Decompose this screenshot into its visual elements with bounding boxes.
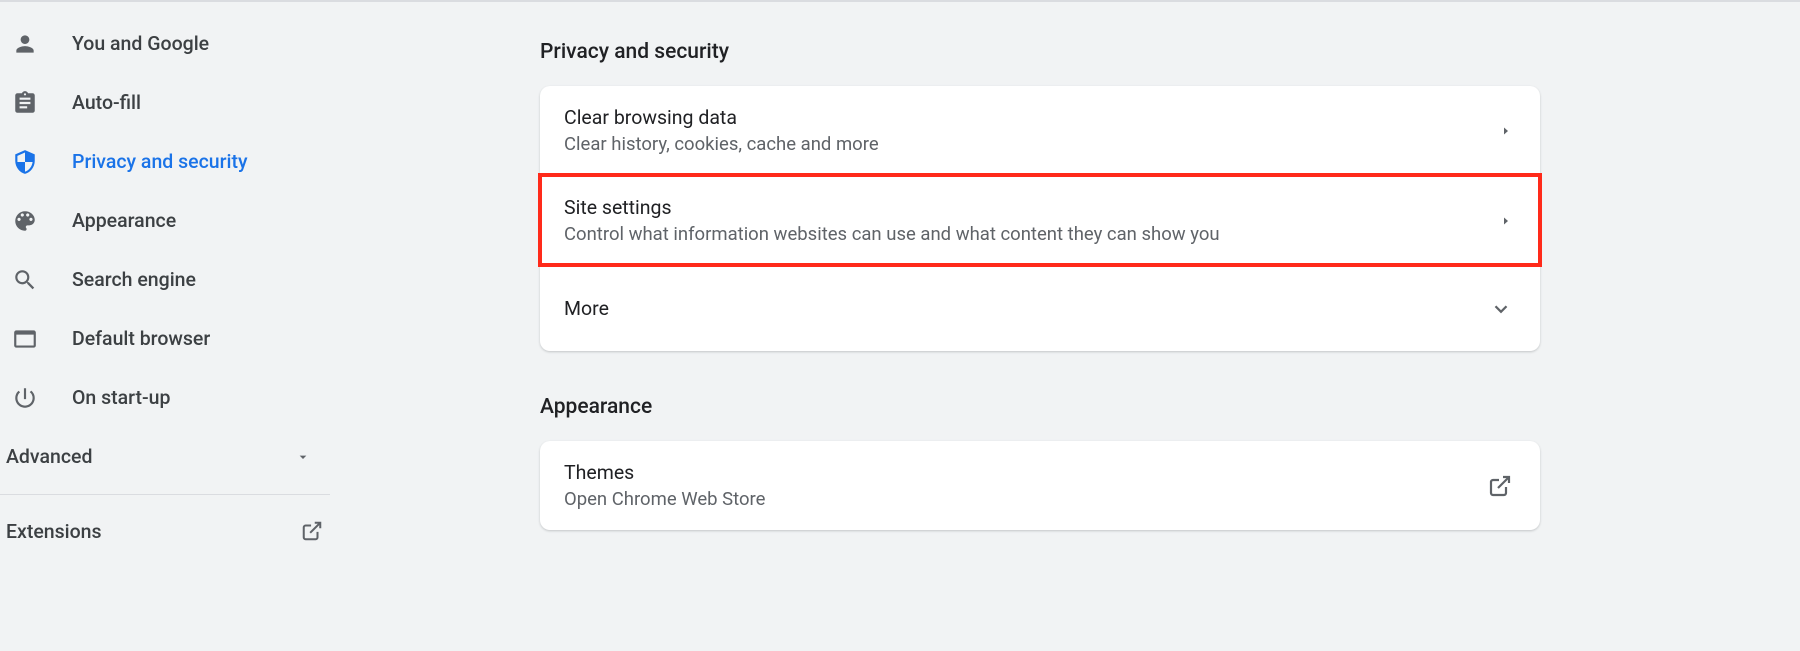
sidebar: You and Google Auto-fill Privacy and sec… — [0, 2, 345, 651]
chevron-down-icon — [1490, 298, 1512, 320]
sidebar-divider — [0, 494, 330, 495]
row-themes[interactable]: Themes Open Chrome Web Store — [540, 441, 1540, 530]
row-more[interactable]: More — [540, 265, 1540, 351]
sidebar-item-label: Search engine — [72, 268, 196, 291]
sidebar-item-autofill[interactable]: Auto-fill — [0, 73, 345, 132]
shield-icon — [10, 149, 72, 175]
sidebar-item-label: Auto-fill — [72, 91, 141, 114]
open-in-new-icon — [1488, 474, 1512, 498]
power-icon — [10, 385, 72, 411]
sidebar-item-search-engine[interactable]: Search engine — [0, 250, 345, 309]
row-clear-browsing-data[interactable]: Clear browsing data Clear history, cooki… — [540, 86, 1540, 175]
row-subtitle: Control what information websites can us… — [564, 223, 1220, 245]
chevron-down-icon — [295, 449, 311, 465]
section-title-appearance: Appearance — [540, 395, 1540, 419]
main-content: Privacy and security Clear browsing data… — [345, 2, 1800, 651]
sidebar-item-default-browser[interactable]: Default browser — [0, 309, 345, 368]
sidebar-item-label: Default browser — [72, 327, 210, 350]
card-privacy-security: Clear browsing data Clear history, cooki… — [540, 86, 1540, 351]
section-title-privacy-security: Privacy and security — [540, 40, 1540, 64]
card-appearance: Themes Open Chrome Web Store — [540, 441, 1540, 530]
open-in-new-icon — [301, 520, 323, 542]
sidebar-item-appearance[interactable]: Appearance — [0, 191, 345, 250]
sidebar-item-label: You and Google — [72, 32, 209, 55]
browser-icon — [10, 326, 72, 352]
sidebar-extensions[interactable]: Extensions — [0, 501, 345, 561]
row-title: Clear browsing data — [564, 106, 879, 129]
sidebar-item-label: Appearance — [72, 209, 176, 232]
chevron-right-icon — [1500, 213, 1512, 229]
palette-icon — [10, 208, 72, 234]
sidebar-advanced[interactable]: Advanced — [0, 427, 345, 486]
sidebar-item-label: Privacy and security — [72, 150, 248, 173]
sidebar-item-on-startup[interactable]: On start-up — [0, 368, 345, 427]
sidebar-extensions-label: Extensions — [6, 520, 102, 543]
clipboard-icon — [10, 90, 72, 116]
row-title: Site settings — [564, 196, 1220, 219]
row-title: More — [564, 297, 609, 320]
search-icon — [10, 267, 72, 293]
person-icon — [10, 31, 72, 57]
row-subtitle: Open Chrome Web Store — [564, 488, 765, 510]
row-site-settings[interactable]: Site settings Control what information w… — [540, 175, 1540, 265]
row-subtitle: Clear history, cookies, cache and more — [564, 133, 879, 155]
row-title: Themes — [564, 461, 765, 484]
sidebar-item-label: On start-up — [72, 386, 170, 409]
chevron-right-icon — [1500, 123, 1512, 139]
sidebar-advanced-label: Advanced — [6, 445, 92, 468]
sidebar-item-privacy-security[interactable]: Privacy and security — [0, 132, 345, 191]
sidebar-item-you-and-google[interactable]: You and Google — [0, 14, 345, 73]
